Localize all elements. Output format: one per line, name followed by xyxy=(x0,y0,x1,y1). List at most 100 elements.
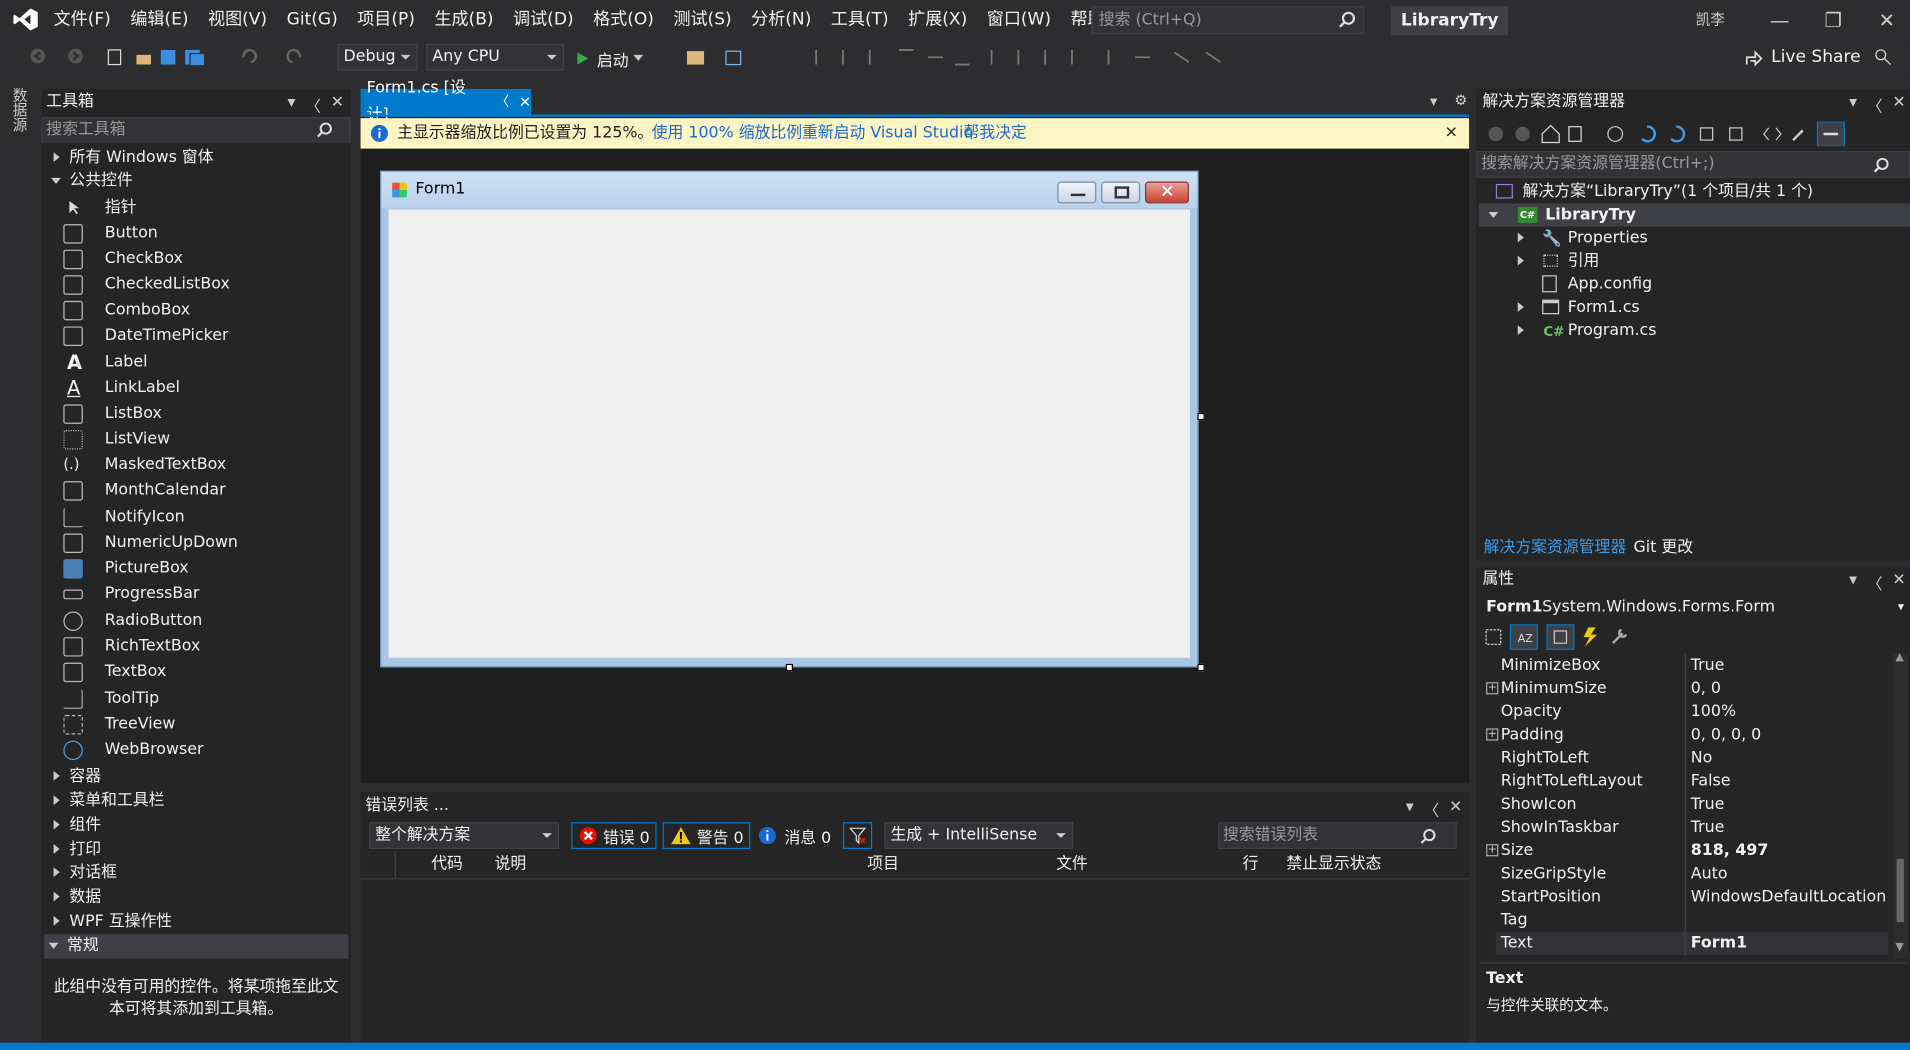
property-row[interactable]: + Size 818, 497 xyxy=(1486,839,1888,862)
properties-toolbar-icons[interactable]: AZ xyxy=(1484,624,1637,651)
close-icon[interactable]: ✕ xyxy=(1892,571,1905,590)
pin-icon[interactable]: 〈 xyxy=(496,89,509,116)
menu-debug[interactable]: 调试(D) xyxy=(503,0,583,40)
toolbox-group-all-windows[interactable]: 所有 Windows 窗体 xyxy=(46,146,214,170)
property-value[interactable]: True xyxy=(1691,793,1725,816)
start-debugging-button[interactable]: 启动 xyxy=(575,46,652,70)
tree-references-node[interactable]: 引用 xyxy=(1510,250,1599,273)
menu-format[interactable]: 格式(O) xyxy=(583,0,663,40)
error-search-input[interactable]: 搜索错误列表 xyxy=(1218,822,1457,850)
property-row[interactable]: + Padding 0, 0, 0, 0 xyxy=(1486,724,1888,747)
tree-program-node[interactable]: C# Program.cs xyxy=(1510,319,1657,342)
error-scope-combo[interactable]: 整个解决方案 xyxy=(369,822,560,850)
layout-toolbar-icons[interactable] xyxy=(685,48,1245,67)
toolbox-search-input[interactable]: 搜索工具箱 xyxy=(41,116,351,143)
restart-at-100-link[interactable]: 使用 100% 缩放比例重新启动 Visual Studio xyxy=(652,118,973,148)
property-value[interactable]: True xyxy=(1691,654,1725,677)
build-filter-combo[interactable]: 生成 + IntelliSense xyxy=(884,822,1074,850)
close-icon[interactable]: ✕ xyxy=(1449,798,1462,817)
tree-project-node[interactable]: C# LibraryTry xyxy=(1488,203,1636,226)
property-row[interactable]: Tag xyxy=(1496,909,1888,932)
configuration-combo[interactable]: Debug xyxy=(337,43,418,71)
tree-form1-node[interactable]: Form1.cs xyxy=(1510,296,1640,319)
close-icon[interactable]: ✕ xyxy=(1892,94,1905,113)
property-row-selected[interactable]: Text Form1 xyxy=(1495,931,1889,955)
errors-filter-button[interactable]: 错误 0 xyxy=(571,822,658,850)
expand-icon[interactable]: + xyxy=(1486,728,1499,741)
warnings-filter-button[interactable]: 警告 0 xyxy=(662,822,751,850)
toolbox-group-menus[interactable]: 菜单和工具栏 xyxy=(46,789,164,813)
column-description[interactable]: 说明 xyxy=(495,851,527,878)
property-row[interactable]: Opacity 100% xyxy=(1496,700,1888,723)
minimize-icon[interactable]: — xyxy=(1766,7,1793,34)
property-value[interactable]: 0, 0, 0, 0 xyxy=(1691,724,1762,747)
close-icon[interactable]: ✕ xyxy=(331,94,344,113)
pin-icon[interactable]: 〈 xyxy=(1867,571,1883,594)
toolbox-group-general[interactable]: 常规 xyxy=(43,934,349,959)
tab-form1-designer[interactable]: Form1.cs [设计] 〈 ✕ xyxy=(360,79,532,124)
pin-icon[interactable]: 〈 xyxy=(1867,94,1883,117)
toolbox-group-dialogs[interactable]: 对话框 xyxy=(46,861,117,885)
solution-explorer-toolbar-icons[interactable] xyxy=(1486,121,1847,147)
help-me-decide-link[interactable]: 帮我决定 xyxy=(964,118,1027,148)
resize-handle-right[interactable] xyxy=(1197,412,1205,421)
tab-git-changes[interactable]: Git 更改 xyxy=(1633,534,1693,556)
toolbox-group-containers[interactable]: 容器 xyxy=(46,765,101,789)
toolbox-group-printing[interactable]: 打印 xyxy=(46,838,101,862)
column-file[interactable]: 文件 xyxy=(1056,851,1088,878)
expand-icon[interactable]: + xyxy=(1486,844,1499,857)
properties-scrollbar[interactable]: ▲ ▼ xyxy=(1892,652,1908,959)
pin-icon[interactable]: 〈 xyxy=(305,94,321,117)
tab-overflow-icon[interactable]: ▾ xyxy=(1430,93,1437,110)
scroll-up-icon[interactable]: ▲ xyxy=(1895,652,1903,664)
column-project[interactable]: 项目 xyxy=(867,851,899,878)
menu-project[interactable]: 项目(P) xyxy=(348,0,425,40)
messages-filter-button[interactable]: 消息 0 xyxy=(755,822,833,849)
property-value[interactable]: WindowsDefaultLocation xyxy=(1691,886,1887,909)
property-row[interactable]: RightToLeft No xyxy=(1496,747,1888,770)
file-actions-icon[interactable] xyxy=(107,48,224,67)
filter-toggle-button[interactable] xyxy=(842,822,873,850)
menu-git[interactable]: Git(G) xyxy=(277,0,348,40)
property-value[interactable]: No xyxy=(1691,747,1713,770)
property-value[interactable]: 818, 497 xyxy=(1691,839,1769,862)
dropdown-icon[interactable]: ▾ xyxy=(1849,94,1857,113)
form1-designer-window[interactable]: Form1 ✕ xyxy=(380,170,1199,668)
property-row[interactable]: MinimizeBox True xyxy=(1496,654,1888,677)
property-value[interactable]: 100% xyxy=(1691,700,1736,723)
property-row[interactable]: + MinimumSize 0, 0 xyxy=(1486,677,1888,700)
form-maximize-button[interactable] xyxy=(1101,181,1141,204)
platform-combo[interactable]: Any CPU xyxy=(426,43,564,71)
global-search-input[interactable]: 搜索 (Ctrl+Q) xyxy=(1091,6,1365,35)
property-row[interactable]: ShowIcon True xyxy=(1496,793,1888,816)
toolbox-group-common[interactable]: 公共控件 xyxy=(46,169,133,193)
form-client-area[interactable] xyxy=(388,209,1191,658)
dropdown-icon[interactable]: ▾ xyxy=(1849,571,1857,590)
feedback-icon[interactable] xyxy=(1873,48,1892,67)
close-icon[interactable]: ✕ xyxy=(1873,7,1900,34)
column-suppression[interactable]: 禁止显示状态 xyxy=(1286,851,1381,878)
property-row[interactable]: ShowInTaskbar True xyxy=(1496,816,1888,839)
property-row[interactable]: StartPosition WindowsDefaultLocation xyxy=(1496,886,1888,909)
menu-analyze[interactable]: 分析(N) xyxy=(741,0,821,40)
tree-solution-node[interactable]: 解决方案“LibraryTry”(1 个项目/共 1 个) xyxy=(1495,180,1813,203)
menu-test[interactable]: 测试(S) xyxy=(664,0,742,40)
toolbox-group-wpf[interactable]: WPF 互操作性 xyxy=(46,910,172,934)
column-code[interactable]: 代码 xyxy=(431,851,463,878)
undo-redo-icon[interactable] xyxy=(239,48,317,65)
close-icon[interactable]: ✕ xyxy=(519,89,531,116)
scrollbar-thumb[interactable] xyxy=(1896,858,1904,923)
navigate-back-forward-icon[interactable] xyxy=(29,48,87,65)
properties-object-selector[interactable]: Form1 System.Windows.Forms.Form ▾ xyxy=(1481,594,1910,620)
property-value[interactable]: False xyxy=(1691,770,1731,793)
gear-icon[interactable]: ⚙ xyxy=(1454,91,1467,108)
property-value[interactable]: 0, 0 xyxy=(1691,677,1721,700)
account-avatar[interactable]: 凯李 xyxy=(1696,7,1725,31)
expand-icon[interactable]: + xyxy=(1486,682,1499,695)
tree-properties-node[interactable]: 🔧 Properties xyxy=(1510,227,1648,250)
menu-tools[interactable]: 工具(T) xyxy=(821,0,898,40)
scroll-down-icon[interactable]: ▼ xyxy=(1895,942,1903,954)
resize-handle-corner[interactable] xyxy=(1197,663,1205,672)
dropdown-icon[interactable]: ▾ xyxy=(1406,798,1414,817)
property-value[interactable]: True xyxy=(1691,816,1725,839)
